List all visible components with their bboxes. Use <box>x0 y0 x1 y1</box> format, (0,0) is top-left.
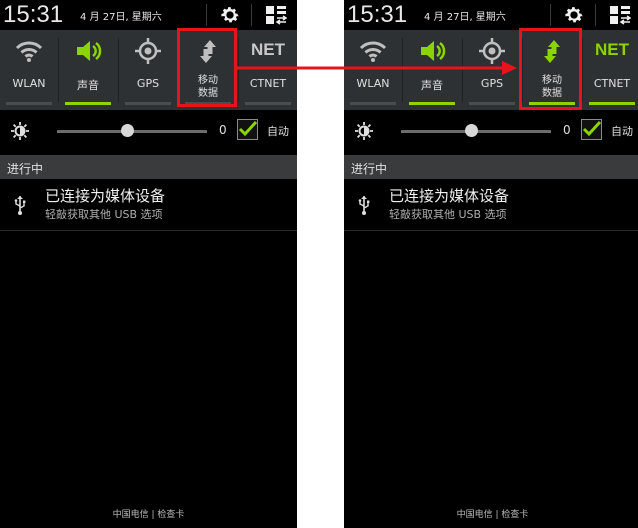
toggle-label: CTNET <box>593 77 631 90</box>
toggle-state-bar <box>245 102 291 105</box>
gps-icon <box>135 38 161 64</box>
toggle-label: WLAN <box>356 77 390 90</box>
ongoing-header-label: 进行中 <box>351 162 388 176</box>
divider <box>251 4 252 26</box>
toggle-sound[interactable]: 声音 <box>59 30 117 110</box>
brightness-value: 0 <box>563 123 571 137</box>
speaker-icon <box>77 41 102 61</box>
status-bar: 15:31 4 月 27日, 星期六 <box>0 0 297 30</box>
net-icon: NET <box>251 40 285 59</box>
date-label: 4 月 27日, 星期六 <box>80 12 162 23</box>
ongoing-header: 进行中 <box>0 155 297 179</box>
quick-settings-grid-icon[interactable] <box>609 5 631 25</box>
toggle-sound[interactable]: 声音 <box>403 30 461 110</box>
highlight-box-after <box>519 28 582 110</box>
toggle-wlan[interactable]: WLAN <box>0 30 58 110</box>
net-icon: NET <box>595 40 629 59</box>
notification-subtitle: 轻敲获取其他 USB 选项 <box>389 208 507 221</box>
notification-title: 已连接为媒体设备 <box>45 187 166 205</box>
notification-subtitle: 轻敲获取其他 USB 选项 <box>45 208 163 221</box>
gps-icon <box>479 38 505 64</box>
checkmark-icon <box>582 120 602 137</box>
phone-screen-before: 15:31 4 月 27日, 星期六 WLAN 声音 GPS 移动 数据 NET… <box>0 0 297 528</box>
usb-icon <box>14 196 26 215</box>
toggle-ctnet[interactable]: NET CTNET <box>239 30 297 110</box>
toggle-label: CTNET <box>249 77 287 90</box>
clock: 15:31 <box>3 1 64 28</box>
usb-notification[interactable]: 已连接为媒体设备 轻敲获取其他 USB 选项 <box>0 180 297 231</box>
wifi-icon <box>15 41 43 62</box>
toggle-gps[interactable]: GPS <box>463 30 521 110</box>
toggle-state-bar <box>589 102 635 105</box>
checkmark-icon <box>238 120 258 137</box>
toggle-label: GPS <box>480 77 504 90</box>
brightness-icon <box>11 122 29 140</box>
speaker-icon <box>421 41 446 61</box>
toggle-state-bar <box>350 102 396 105</box>
divider <box>550 4 551 26</box>
quick-settings-grid-icon[interactable] <box>265 5 287 25</box>
phone-screen-after: 15:31 4 月 27日, 星期六 WLAN 声音 GPS 移动 数据 NET… <box>344 0 638 528</box>
toggle-label: 声音 <box>421 79 443 92</box>
brightness-slider-thumb[interactable] <box>465 124 478 137</box>
ongoing-header: 进行中 <box>344 155 638 179</box>
notification-title: 已连接为媒体设备 <box>389 187 510 205</box>
toggle-wlan[interactable]: WLAN <box>344 30 402 110</box>
brightness-value: 0 <box>219 123 227 137</box>
toggle-gps[interactable]: GPS <box>119 30 177 110</box>
carrier-label: 中国电信 | 检查卡 <box>112 510 185 520</box>
auto-brightness-label: 自动 <box>267 125 289 138</box>
toggle-state-bar <box>125 102 171 105</box>
brightness-slider-thumb[interactable] <box>121 124 134 137</box>
toggle-label: 声音 <box>77 79 99 92</box>
carrier-label: 中国电信 | 检查卡 <box>456 510 529 520</box>
toggle-state-bar <box>6 102 52 105</box>
settings-gear-icon[interactable] <box>219 4 241 26</box>
quick-toggle-panel: WLAN 声音 GPS 移动 数据 NET CTNET <box>344 30 638 110</box>
auto-brightness-checkbox[interactable] <box>581 119 602 140</box>
auto-brightness-checkbox[interactable] <box>237 119 258 140</box>
toggle-state-bar <box>409 102 455 105</box>
quick-toggle-panel: WLAN 声音 GPS 移动 数据 NET CTNET <box>0 30 297 110</box>
settings-gear-icon[interactable] <box>563 4 585 26</box>
toggle-label: GPS <box>136 77 160 90</box>
brightness-row: 0 自动 <box>0 110 297 152</box>
clock: 15:31 <box>347 1 408 28</box>
brightness-icon <box>355 122 373 140</box>
wifi-icon <box>359 41 387 62</box>
divider <box>206 4 207 26</box>
status-bar: 15:31 4 月 27日, 星期六 <box>344 0 638 30</box>
highlight-box-before <box>177 28 237 107</box>
toggle-ctnet[interactable]: NET CTNET <box>583 30 638 110</box>
toggle-state-bar <box>469 102 515 105</box>
divider <box>595 4 596 26</box>
brightness-row: 0 自动 <box>344 110 638 152</box>
usb-icon <box>358 196 370 215</box>
ongoing-header-label: 进行中 <box>7 162 44 176</box>
usb-notification[interactable]: 已连接为媒体设备 轻敲获取其他 USB 选项 <box>344 180 638 231</box>
toggle-state-bar <box>65 102 111 105</box>
toggle-label: WLAN <box>12 77 46 90</box>
date-label: 4 月 27日, 星期六 <box>424 12 506 23</box>
auto-brightness-label: 自动 <box>611 125 633 138</box>
